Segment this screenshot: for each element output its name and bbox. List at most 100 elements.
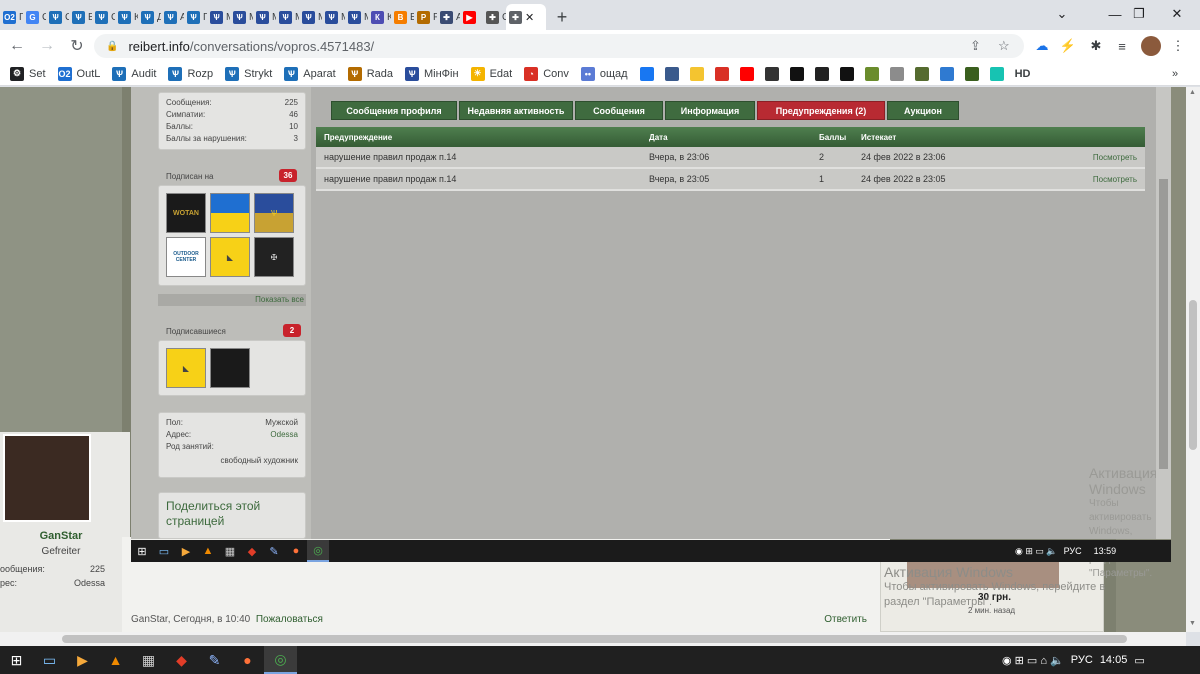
browser-tab[interactable]: ѰМ (276, 4, 299, 30)
bookmark-item[interactable]: ◔ Conv (524, 66, 569, 81)
follower-dark-avatar[interactable] (210, 348, 250, 388)
browser-tab[interactable]: ѰМ (230, 4, 253, 30)
browser-tab[interactable]: ѰД (138, 4, 161, 30)
follower-cavalry-avatar[interactable]: ◣ (166, 348, 206, 388)
browser-tab[interactable]: ѰА (161, 4, 184, 30)
bookmark-icon[interactable] (814, 66, 829, 81)
browser-tab[interactable]: ѰМ (322, 4, 345, 30)
profile-tab[interactable]: Предупреждения (2) (757, 101, 885, 120)
flag-avatar[interactable] (210, 193, 250, 233)
browser-tab[interactable]: ✚ А (437, 4, 460, 30)
weather-extension-icon[interactable]: ☁ (1032, 36, 1052, 56)
browser-tab[interactable]: ѰМ (299, 4, 322, 30)
bookmark-item[interactable]: ⚙ Set (10, 66, 46, 81)
browser-tab[interactable]: ѰК (115, 4, 138, 30)
browser-tab[interactable]: ✚ С (483, 4, 506, 30)
author-name[interactable]: GanStar (0, 530, 122, 542)
bookmark-hd[interactable]: HD (1015, 68, 1031, 80)
browser-tab[interactable]: BБ (391, 4, 414, 30)
profile-tab[interactable]: Аукцион (887, 101, 959, 120)
bookmark-icon[interactable] (689, 66, 704, 81)
bookmark-item[interactable]: Ѱ Aparat (284, 66, 336, 81)
tray-icons[interactable]: ◉ ⊞ ▭ ⌂ 🔈 (1002, 654, 1064, 667)
bookmark-item[interactable]: Ѱ МінФін (404, 66, 459, 81)
bookmark-icon[interactable] (664, 66, 679, 81)
chrome-icon[interactable]: ◎ (264, 646, 297, 674)
bookmark-icon[interactable] (989, 66, 1004, 81)
outdoor-avatar[interactable]: OUTDOOR CENTER (166, 237, 206, 277)
tool-icon[interactable]: ✎ (263, 540, 285, 562)
bookmark-icon[interactable] (964, 66, 979, 81)
firefox-icon[interactable]: ● (231, 646, 264, 674)
profile-tab[interactable]: Сообщения (575, 101, 663, 120)
close-tab-icon[interactable]: ✕ (525, 11, 534, 24)
tab-search-icon[interactable]: ⌄ (1039, 0, 1085, 28)
browser-tab[interactable]: ѰС (92, 4, 115, 30)
share-icon[interactable]: ⇪ (970, 38, 981, 54)
extensions-puzzle-icon[interactable]: ✱ (1086, 36, 1106, 56)
start-icon[interactable]: ⊞ (131, 540, 153, 562)
browser-tab[interactable]: ѰМ (253, 4, 276, 30)
calculator-icon[interactable]: ▦ (132, 646, 165, 674)
reload-button[interactable]: ↻ (64, 33, 90, 59)
desktop-icon[interactable]: ▭ (153, 540, 175, 562)
profile-tab[interactable]: Недавняя активность (459, 101, 573, 120)
browser-tab[interactable]: ѰМ (345, 4, 368, 30)
author-avatar[interactable] (3, 434, 91, 522)
new-tab-button[interactable]: + (550, 4, 574, 30)
bookmark-icon[interactable] (889, 66, 904, 81)
desktop-icon[interactable]: ▭ (33, 646, 66, 674)
reading-list-icon[interactable]: ≡ (1112, 36, 1132, 56)
tool-icon[interactable]: ✎ (198, 646, 231, 674)
anydesk-icon[interactable]: ◆ (241, 540, 263, 562)
bookmarks-more-icon[interactable]: » (1172, 68, 1178, 80)
active-tab[interactable]: ✚ ✕ (506, 4, 546, 30)
bookmark-icon[interactable] (839, 66, 854, 81)
browser-tab[interactable]: КК (368, 4, 391, 30)
skull-avatar[interactable]: ✠ (254, 237, 294, 277)
browser-tab[interactable]: ѰМ (207, 4, 230, 30)
bookmark-item[interactable]: Ѱ Audit (112, 66, 156, 81)
browser-tab[interactable]: РР (414, 4, 437, 30)
cavalry-avatar[interactable]: ◣ (210, 237, 250, 277)
bookmark-star-icon[interactable]: ☆ (998, 38, 1010, 54)
bookmark-icon[interactable] (714, 66, 729, 81)
media-icon[interactable]: ▶ (66, 646, 99, 674)
language-indicator[interactable]: РУС (1071, 654, 1093, 666)
bookmark-item[interactable]: Ѱ Strykt (225, 66, 272, 81)
bookmark-item[interactable]: Ѱ Rozp (168, 66, 213, 81)
anydesk-icon[interactable]: ◆ (165, 646, 198, 674)
back-button[interactable]: ← (4, 33, 30, 59)
menu-kebab-icon[interactable]: ⋮ (1168, 36, 1188, 56)
bookmark-icon[interactable] (739, 66, 754, 81)
report-link[interactable]: Пожаловаться (256, 614, 323, 625)
vlc-icon[interactable]: ▲ (197, 540, 219, 562)
notifications-icon[interactable]: ▭ (1134, 654, 1144, 667)
bookmark-icon[interactable] (864, 66, 879, 81)
trident-avatar[interactable]: Ѱ (254, 193, 294, 233)
bookmark-item[interactable]: Ѱ Rada (347, 66, 393, 81)
browser-tab[interactable]: ѰС (46, 4, 69, 30)
bookmark-icon[interactable] (914, 66, 929, 81)
bookmark-icon[interactable] (764, 66, 779, 81)
browser-tab[interactable]: ▶ (460, 4, 483, 30)
bookmark-icon[interactable] (789, 66, 804, 81)
browser-tab[interactable]: ѰП (184, 4, 207, 30)
profile-tab[interactable]: Сообщения профиля (331, 101, 457, 120)
reply-link[interactable]: Ответить (824, 614, 867, 625)
firefox-icon[interactable]: ● (285, 540, 307, 562)
view-warning-link[interactable]: Посмотреть (1051, 175, 1145, 184)
bookmark-item[interactable]: ☀ Edat (470, 66, 512, 81)
bookmark-icon[interactable] (639, 66, 654, 81)
calculator-icon[interactable]: ▦ (219, 540, 241, 562)
clock[interactable]: 14:05 (1100, 654, 1128, 666)
vlc-icon[interactable]: ▲ (99, 646, 132, 674)
chrome-icon[interactable]: ◎ (307, 540, 329, 562)
start-icon[interactable]: ⊞ (0, 646, 33, 674)
profile-tab[interactable]: Информация (665, 101, 755, 120)
page-horizontal-scrollbar[interactable] (0, 632, 1186, 646)
browser-tab[interactable]: GG (23, 4, 46, 30)
lightning-extension-icon[interactable]: ⚡ (1058, 36, 1078, 56)
profile-avatar[interactable] (1141, 36, 1161, 56)
bookmark-icon[interactable] (939, 66, 954, 81)
